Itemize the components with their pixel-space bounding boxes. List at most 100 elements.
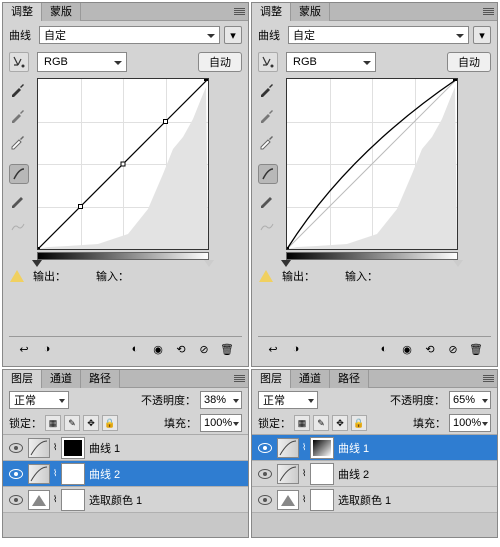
curve-point-tool[interactable] xyxy=(9,164,29,184)
layer-name[interactable]: 曲线 2 xyxy=(336,466,493,482)
visibility-toggle[interactable] xyxy=(256,439,274,457)
output-label: 输出： xyxy=(33,268,88,284)
lock-pixels[interactable]: ✎ xyxy=(64,415,80,431)
lock-all[interactable]: 🔒 xyxy=(351,415,367,431)
visibility-icon[interactable]: ◉ xyxy=(149,341,167,357)
opacity-input[interactable]: 65% xyxy=(449,391,491,409)
lock-position[interactable]: ✥ xyxy=(332,415,348,431)
lock-position[interactable]: ✥ xyxy=(83,415,99,431)
tab-adjustments[interactable]: 调整 xyxy=(3,3,42,21)
eyedropper-gray-icon[interactable] xyxy=(9,106,27,124)
curve-draw-tool[interactable] xyxy=(9,192,27,210)
return-icon[interactable]: ↩ xyxy=(264,341,282,357)
curve-point-tool[interactable] xyxy=(258,164,278,184)
preset-menu-button[interactable]: ▾ xyxy=(473,26,491,44)
visibility-toggle[interactable] xyxy=(7,491,25,509)
reset-icon[interactable]: ⊘ xyxy=(195,341,213,357)
trash-icon[interactable]: 🗑 xyxy=(467,341,485,357)
fill-input[interactable]: 100% xyxy=(449,414,491,432)
layer-row-curves1[interactable]: ⌇ 曲线 1 xyxy=(252,435,497,461)
lock-transparency[interactable]: ▦ xyxy=(45,415,61,431)
preset-select[interactable]: 自定 xyxy=(39,26,220,44)
layer-name[interactable]: 曲线 2 xyxy=(87,466,244,482)
fill-input[interactable]: 100% xyxy=(200,414,242,432)
curve-graph[interactable] xyxy=(286,78,458,250)
layer-row-curves2[interactable]: ⌇ 曲线 2 xyxy=(252,461,497,487)
mask-thumb[interactable] xyxy=(62,490,84,510)
lock-transparency[interactable]: ▦ xyxy=(294,415,310,431)
preset-select[interactable]: 自定 xyxy=(288,26,469,44)
tab-masks[interactable]: 蒙版 xyxy=(42,3,81,21)
channel-select[interactable]: RGB xyxy=(37,52,127,72)
layer-row-curves1[interactable]: ⌇ 曲线 1 xyxy=(3,435,248,461)
panel-menu-icon[interactable] xyxy=(479,370,497,387)
layers-panel-right: 图层 通道 路径 正常 不透明度： 65% 锁定： ▦ ✎ ✥ 🔒 填充： 10… xyxy=(251,369,498,538)
curve-line[interactable] xyxy=(38,79,208,249)
eyedropper-black-icon[interactable] xyxy=(258,80,276,98)
white-point-slider[interactable] xyxy=(453,260,463,267)
visibility-toggle[interactable] xyxy=(256,465,274,483)
tab-channels[interactable]: 通道 xyxy=(42,370,81,388)
view-toggle-icon[interactable]: ◑ xyxy=(38,341,56,357)
black-point-slider[interactable] xyxy=(281,260,291,267)
eyedropper-white-icon[interactable] xyxy=(258,132,276,150)
visibility-toggle[interactable] xyxy=(256,491,274,509)
clip-to-layer-icon[interactable]: ◐ xyxy=(375,341,393,357)
targeted-adjust-tool[interactable] xyxy=(258,52,278,72)
tab-layers[interactable]: 图层 xyxy=(252,370,291,388)
clip-warning-icon[interactable] xyxy=(9,269,25,283)
layer-name[interactable]: 选取颜色 1 xyxy=(336,492,493,508)
visibility-toggle[interactable] xyxy=(7,439,25,457)
tab-masks[interactable]: 蒙版 xyxy=(291,3,330,21)
auto-button[interactable]: 自动 xyxy=(447,52,491,72)
layer-row-curves2[interactable]: ⌇ 曲线 2 xyxy=(3,461,248,487)
eyedropper-white-icon[interactable] xyxy=(9,132,27,150)
smooth-tool[interactable] xyxy=(258,218,276,236)
opacity-input[interactable]: 38% xyxy=(200,391,242,409)
output-label: 输出： xyxy=(282,268,337,284)
mask-thumb[interactable] xyxy=(311,438,333,458)
view-toggle-icon[interactable]: ◑ xyxy=(287,341,305,357)
tab-paths[interactable]: 路径 xyxy=(330,370,369,388)
mask-thumb[interactable] xyxy=(311,464,333,484)
layer-row-selcolor[interactable]: ⌇ 选取颜色 1 xyxy=(252,487,497,513)
panel-menu-icon[interactable] xyxy=(479,3,497,20)
layer-row-selcolor[interactable]: ⌇ 选取颜色 1 xyxy=(3,487,248,513)
lock-all[interactable]: 🔒 xyxy=(102,415,118,431)
curve-graph[interactable] xyxy=(37,78,209,250)
layer-name[interactable]: 曲线 1 xyxy=(336,440,493,456)
clip-to-layer-icon[interactable]: ◐ xyxy=(126,341,144,357)
layer-name[interactable]: 选取颜色 1 xyxy=(87,492,244,508)
blend-mode-select[interactable]: 正常 xyxy=(9,391,69,409)
eyedropper-gray-icon[interactable] xyxy=(258,106,276,124)
prev-state-icon[interactable]: ⟲ xyxy=(172,341,190,357)
blend-mode-select[interactable]: 正常 xyxy=(258,391,318,409)
eyedropper-black-icon[interactable] xyxy=(9,80,27,98)
mask-thumb[interactable] xyxy=(62,464,84,484)
visibility-toggle[interactable] xyxy=(7,465,25,483)
tab-layers[interactable]: 图层 xyxy=(3,370,42,388)
layer-name[interactable]: 曲线 1 xyxy=(87,440,244,456)
trash-icon[interactable]: 🗑 xyxy=(218,341,236,357)
mask-thumb[interactable] xyxy=(311,490,333,510)
curve-draw-tool[interactable] xyxy=(258,192,276,210)
prev-state-icon[interactable]: ⟲ xyxy=(421,341,439,357)
tab-paths[interactable]: 路径 xyxy=(81,370,120,388)
panel-menu-icon[interactable] xyxy=(230,3,248,20)
black-point-slider[interactable] xyxy=(32,260,42,267)
mask-thumb[interactable] xyxy=(62,438,84,458)
clip-warning-icon[interactable] xyxy=(258,269,274,283)
panel-menu-icon[interactable] xyxy=(230,370,248,387)
tab-adjustments[interactable]: 调整 xyxy=(252,3,291,21)
return-icon[interactable]: ↩ xyxy=(15,341,33,357)
preset-menu-button[interactable]: ▾ xyxy=(224,26,242,44)
tab-channels[interactable]: 通道 xyxy=(291,370,330,388)
visibility-icon[interactable]: ◉ xyxy=(398,341,416,357)
white-point-slider[interactable] xyxy=(204,260,214,267)
channel-select[interactable]: RGB xyxy=(286,52,376,72)
auto-button[interactable]: 自动 xyxy=(198,52,242,72)
reset-icon[interactable]: ⊘ xyxy=(444,341,462,357)
targeted-adjust-tool[interactable] xyxy=(9,52,29,72)
smooth-tool[interactable] xyxy=(9,218,27,236)
lock-pixels[interactable]: ✎ xyxy=(313,415,329,431)
